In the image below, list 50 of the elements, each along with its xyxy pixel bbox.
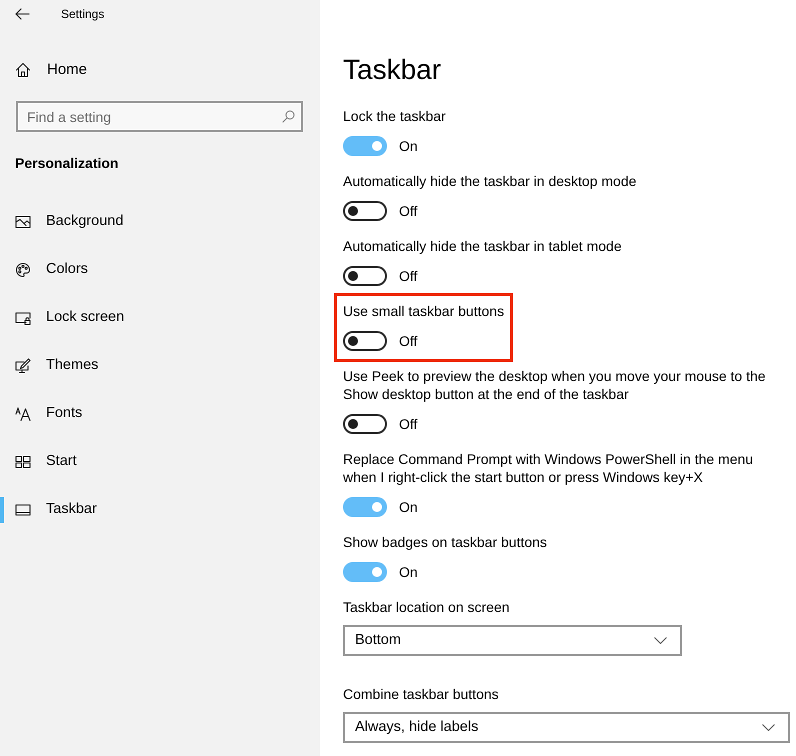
taskbar-icon: [15, 502, 31, 518]
page-title: Taskbar: [343, 53, 442, 87]
search-field[interactable]: Find a setting: [16, 101, 303, 132]
home-icon: [15, 62, 31, 78]
setting-label: Show badges on taskbar buttons: [343, 533, 547, 551]
toggle-switch[interactable]: [343, 414, 387, 434]
search-icon: [282, 110, 295, 123]
toggle-state-label: Off: [399, 202, 418, 220]
toggle-state-label: Off: [399, 266, 418, 286]
palette-icon: [15, 262, 31, 278]
nav-item[interactable]: Themes: [0, 342, 320, 390]
toggle-state-label: On: [399, 562, 418, 582]
picture-icon: [15, 214, 31, 230]
toggle-switch[interactable]: [343, 331, 387, 351]
chevron-down-icon: [762, 724, 775, 731]
nav-item[interactable]: Start: [0, 438, 320, 486]
setting-label: Use Peek to preview the desktop when you move your mouse to the Show desktop button at the end of the taskbar: [343, 367, 767, 403]
brush-monitor-icon: [15, 358, 31, 374]
home-button[interactable]: Home: [15, 58, 88, 82]
toggle-state-label: Off: [399, 332, 418, 350]
toggle-switch[interactable]: [343, 497, 387, 517]
chevron-down-icon: [654, 637, 667, 644]
toggle-switch[interactable]: [343, 562, 387, 582]
toggle-switch[interactable]: [343, 266, 387, 286]
back-button[interactable]: [14, 7, 31, 21]
setting-label: Automatically hide the taskbar in desktop mode: [343, 172, 636, 190]
nav-item[interactable]: Background: [0, 198, 320, 246]
screen-lock-icon: [15, 310, 31, 326]
nav-item[interactable]: Colors: [0, 246, 320, 294]
setting-label: Lock the taskbar: [343, 107, 446, 125]
letters-icon: [15, 406, 31, 422]
nav-item[interactable]: Fonts: [0, 390, 320, 438]
back-arrow-icon: [15, 8, 30, 20]
setting-label: Combine taskbar buttons: [343, 685, 499, 703]
section-heading: Personalization: [15, 154, 118, 173]
toggle-switch[interactable]: [343, 201, 387, 221]
toggle-state-label: On: [399, 136, 418, 156]
setting-label: Replace Command Prompt with Windows PowerShell in the menu when I right-click the start button or press Windows key+X: [343, 450, 754, 486]
setting-label: Automatically hide the taskbar in tablet mode: [343, 237, 622, 255]
dropdown[interactable]: Bottom: [343, 625, 682, 656]
setting-label: Taskbar location on screen: [343, 598, 510, 616]
toggle-switch[interactable]: [343, 136, 387, 156]
window-title: Settings: [61, 6, 104, 22]
setting-label: Use small taskbar buttons: [343, 302, 504, 320]
toggle-state-label: Off: [399, 414, 418, 434]
nav-item[interactable]: Taskbar: [0, 486, 320, 534]
toggle-state-label: On: [399, 498, 418, 516]
dropdown[interactable]: Always, hide labels: [343, 712, 790, 743]
tiles-icon: [15, 454, 31, 470]
nav-item[interactable]: Lock screen: [0, 294, 320, 342]
